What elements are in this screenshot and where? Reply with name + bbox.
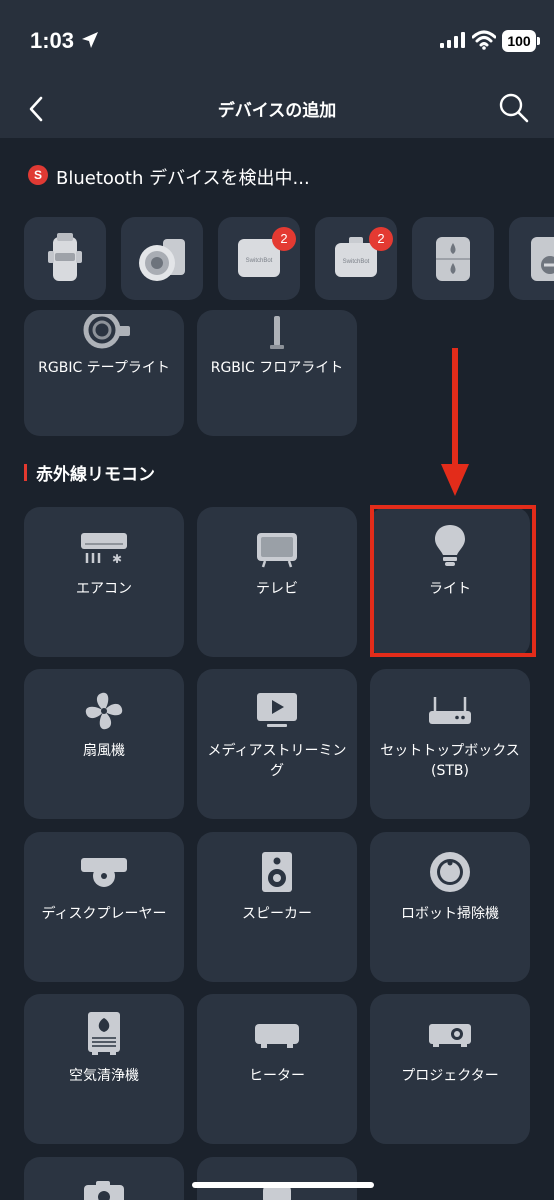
section-title: 赤外線リモコン [36, 465, 155, 485]
device-card-label: セットトップボックス(STB) [380, 743, 520, 779]
nav-bar: デバイスの追加 [0, 80, 554, 138]
device-card-set-top-box[interactable]: セットトップボックス(STB) [370, 669, 530, 819]
device-card-label: ディスクプレーヤー [41, 906, 167, 922]
robot-vacuum-dock-icon [139, 239, 185, 281]
notification-badge: 2 [272, 227, 296, 251]
device-card-label: 扇風機 [83, 743, 125, 759]
bt-device-hub[interactable]: SwitchBot 2 [218, 217, 300, 300]
device-card-label: RGBIC フロアライト [210, 360, 344, 376]
device-card-robot-vacuum[interactable]: ロボット掃除機 [370, 832, 530, 982]
annotation-highlight-box [370, 505, 536, 657]
device-card-label: メディアストリーミング [207, 743, 347, 779]
fan-icon [85, 692, 123, 730]
device-card-air-purifier[interactable]: 空気清浄機 [24, 994, 184, 1144]
other-device-icon [263, 1183, 291, 1200]
floor-light-icon [270, 316, 284, 349]
svg-text:SwitchBot: SwitchBot [343, 259, 370, 265]
bluetooth-device-strip[interactable]: SwitchBot 2 SwitchBot 2 [24, 217, 554, 300]
device-card-projector[interactable]: プロジェクター [370, 994, 530, 1144]
status-time: 1:03 [30, 28, 75, 53]
device-card-disc-player[interactable]: ディスクプレーヤー [24, 832, 184, 982]
search-button[interactable] [498, 92, 530, 124]
bt-device-hub-mini[interactable]: SwitchBot 2 [315, 217, 397, 300]
robot-vacuum-icon [430, 852, 470, 892]
tv-icon [257, 533, 297, 568]
cellular-signal-icon [440, 32, 465, 48]
camera-icon [84, 1181, 124, 1200]
water-leak-sensor-icon [436, 237, 470, 281]
bt-device-bot[interactable] [24, 217, 106, 300]
bt-device-lock[interactable] [509, 217, 554, 300]
home-indicator[interactable] [192, 1182, 374, 1188]
device-card-label: テレビ [256, 581, 298, 597]
device-card-fan[interactable]: 扇風機 [24, 669, 184, 819]
device-card-tv[interactable]: テレビ [197, 507, 357, 657]
media-streaming-icon [257, 693, 297, 727]
device-card-rgbic-tape-light[interactable]: RGBIC テープライト [24, 310, 184, 436]
device-card-label: 空気清浄機 [69, 1068, 139, 1084]
wifi-icon [472, 30, 496, 50]
switchbot-bot-icon [48, 233, 82, 281]
projector-icon [429, 1024, 471, 1047]
device-card-speaker[interactable]: スピーカー [197, 832, 357, 982]
section-accent-bar [24, 464, 27, 481]
air-conditioner-icon: ✱ [81, 533, 127, 566]
device-card-heater[interactable]: ヒーター [197, 994, 357, 1144]
device-card-label: プロジェクター [401, 1068, 499, 1084]
device-card-other[interactable] [197, 1157, 357, 1200]
scan-status-icon: S [28, 165, 48, 185]
status-bar: 1:03 100 [0, 0, 554, 80]
battery-indicator: 100 [502, 30, 540, 52]
air-purifier-icon [88, 1012, 120, 1055]
device-card-media-streaming[interactable]: メディアストリーミング [197, 669, 357, 819]
set-top-box-icon [429, 697, 471, 724]
svg-text:✱: ✱ [112, 552, 122, 566]
device-card-air-conditioner[interactable]: ✱ エアコン [24, 507, 184, 657]
page-title: デバイスの追加 [217, 101, 337, 121]
bt-device-sensor[interactable] [412, 217, 494, 300]
location-arrow-icon [82, 32, 98, 48]
device-card-label: ロボット掃除機 [401, 906, 499, 922]
device-card-label: エアコン [76, 581, 132, 597]
annotation-arrow [441, 348, 469, 496]
notification-badge: 2 [369, 227, 393, 251]
device-card-rgbic-floor-light[interactable]: RGBIC フロアライト [197, 310, 357, 436]
bt-device-vacuum[interactable] [121, 217, 203, 300]
disc-player-icon [81, 858, 127, 887]
speaker-icon [262, 852, 292, 892]
heater-icon [255, 1024, 299, 1048]
device-card-camera[interactable] [24, 1157, 184, 1200]
scan-status-text: Bluetooth デバイスを検出中... [56, 168, 310, 189]
device-card-label: ヒーター [249, 1068, 305, 1084]
device-card-label: RGBIC テープライト [38, 360, 170, 376]
tape-light-icon [83, 314, 130, 349]
svg-text:SwitchBot: SwitchBot [246, 258, 273, 264]
smart-lock-icon [531, 237, 554, 281]
device-card-label: スピーカー [242, 906, 312, 922]
